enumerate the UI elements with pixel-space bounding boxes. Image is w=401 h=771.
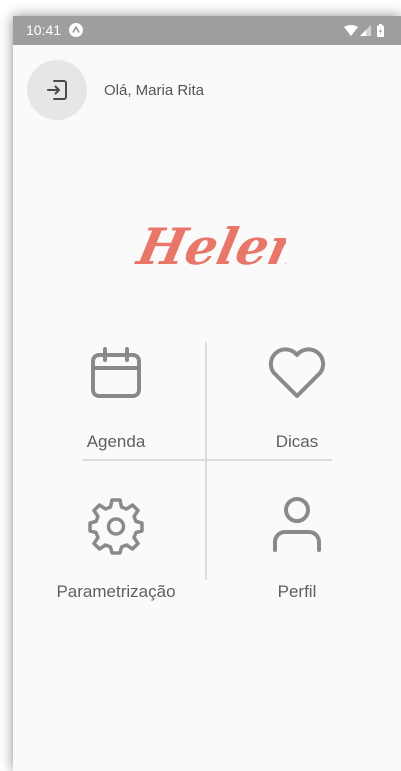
- menu-item-agenda[interactable]: Agenda: [36, 346, 196, 456]
- heart-icon: [268, 347, 326, 398]
- menu-item-dicas[interactable]: Dicas: [217, 346, 377, 456]
- calendar-icon: [91, 347, 141, 398]
- menu-label-parametrizacao: Parametrização: [56, 582, 176, 601]
- menu-item-parametrizacao[interactable]: Parametrização: [36, 496, 196, 606]
- menu-label-dicas: Dicas: [275, 432, 319, 451]
- grid-divider-vertical: [205, 342, 207, 580]
- phone-screen: 10:41 Olá, Maria Rita Helena Agenda Dica…: [13, 16, 401, 771]
- user-icon: [273, 497, 321, 552]
- gear-icon: [88, 498, 144, 555]
- menu-grid: Agenda Dicas Parametrização Perfil: [13, 16, 401, 771]
- menu-item-perfil[interactable]: Perfil: [217, 496, 377, 606]
- menu-label-agenda: Agenda: [86, 432, 146, 451]
- grid-divider-horizontal: [82, 459, 332, 461]
- menu-label-perfil: Perfil: [277, 582, 317, 601]
